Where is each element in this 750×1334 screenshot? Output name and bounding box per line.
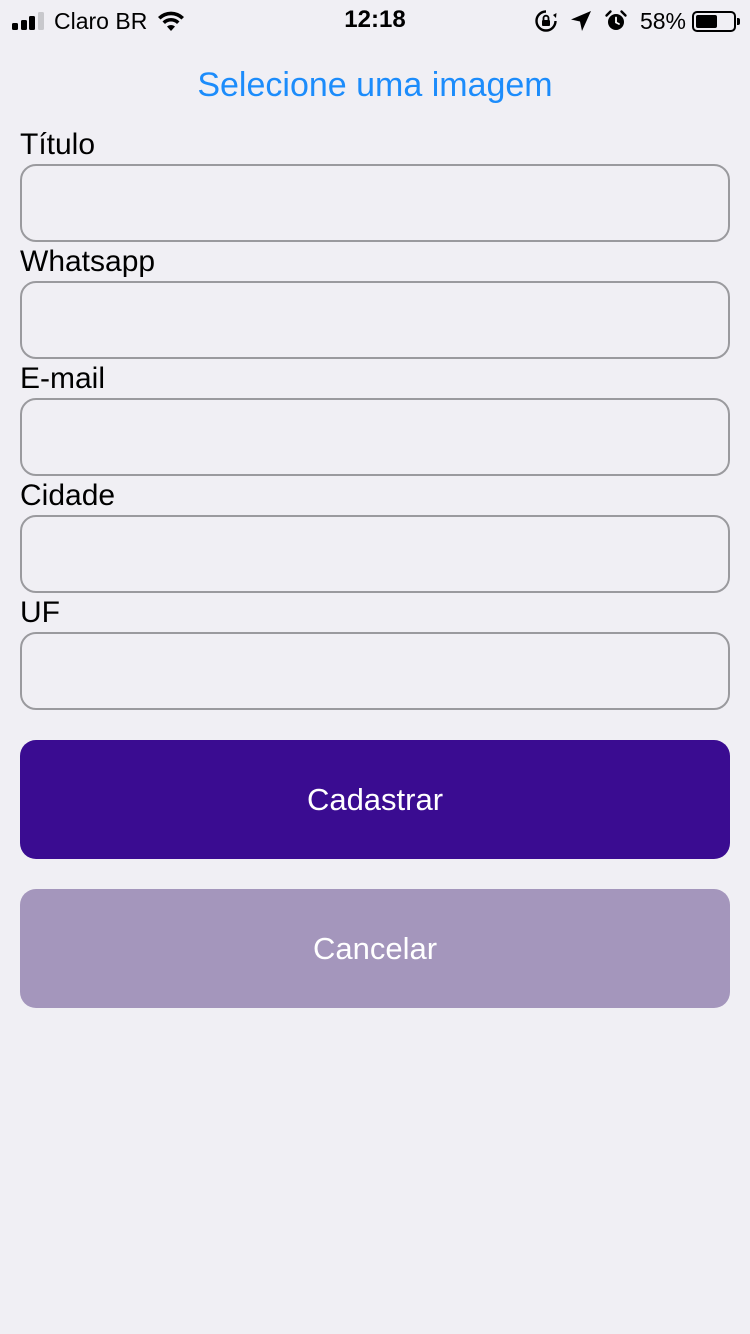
- cancel-button[interactable]: Cancelar: [20, 889, 730, 1008]
- city-input[interactable]: [20, 515, 730, 593]
- state-input[interactable]: [20, 632, 730, 710]
- battery-icon: [692, 10, 740, 32]
- rotation-lock-icon: [535, 10, 557, 32]
- battery-cap: [737, 17, 740, 25]
- state-label: UF: [20, 596, 60, 629]
- title-label: Título: [20, 128, 96, 161]
- status-bar: Claro BR 12:18 58%: [0, 0, 750, 40]
- whatsapp-label: Whatsapp: [20, 245, 156, 278]
- alarm-icon: [605, 10, 627, 30]
- cancel-button-label: Cancelar: [312, 930, 438, 966]
- select-image-button[interactable]: Selecione uma imagem: [0, 66, 750, 105]
- email-input[interactable]: [20, 398, 730, 476]
- whatsapp-input[interactable]: [20, 281, 730, 359]
- submit-button[interactable]: Cadastrar: [20, 740, 730, 859]
- battery-percent: 58%: [639, 7, 686, 34]
- registration-form: Título Whatsapp E-mail Cidade UF: [20, 125, 730, 710]
- email-label: E-mail: [20, 362, 106, 395]
- location-arrow-icon: [570, 11, 591, 31]
- battery-level-fill: [696, 14, 717, 28]
- submit-button-label: Cadastrar: [306, 781, 444, 817]
- status-right: 58%: [522, 7, 740, 35]
- city-label: Cidade: [20, 479, 116, 512]
- title-input[interactable]: [20, 164, 730, 242]
